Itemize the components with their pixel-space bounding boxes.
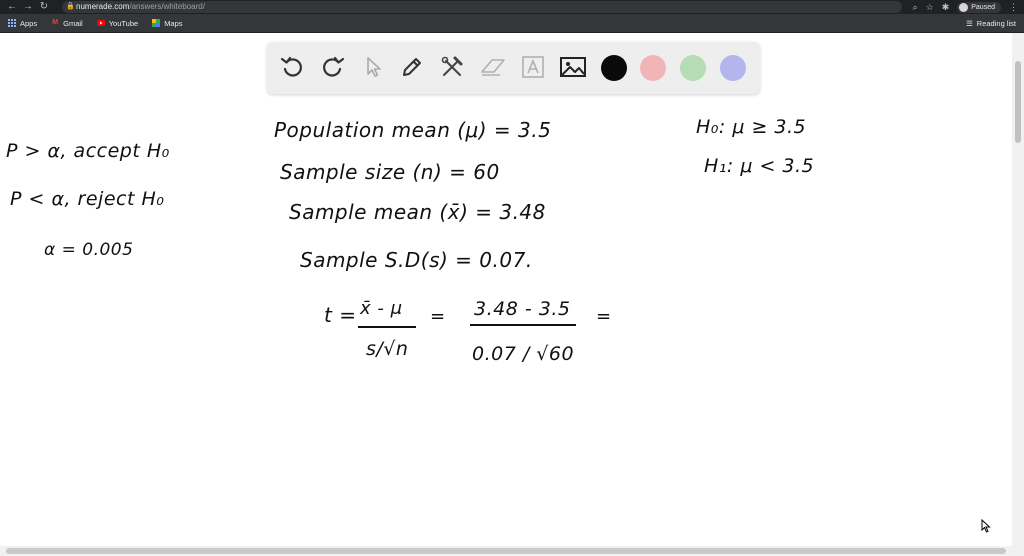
bookmark-gmail[interactable]: M Gmail <box>51 19 83 28</box>
whiteboard-canvas[interactable] <box>0 34 1012 546</box>
vertical-scrollbar[interactable] <box>1012 33 1024 546</box>
bookmark-label: Apps <box>20 18 38 28</box>
url-field[interactable]: 🔒 numerade.com/answers/whiteboard/ <box>62 1 902 13</box>
reading-list-icon: ☰ <box>966 18 973 28</box>
reading-list-button[interactable]: ☰ Reading list <box>966 14 1016 32</box>
formula-numerator-symbolic: x̄ - μ <box>360 298 403 319</box>
horizontal-scroll-thumb[interactable] <box>6 548 1006 554</box>
note-alpha: α = 0.005 <box>44 240 134 260</box>
formula-numerator-values: 3.48 - 3.5 <box>474 298 571 320</box>
extensions-icon[interactable]: ✱ <box>942 2 950 13</box>
url-host: numerade.com <box>76 2 130 11</box>
formula-denominator-values: 0.07 / √60 <box>472 343 575 365</box>
note-accept-rule: P > α, accept H₀ <box>6 140 170 162</box>
bookmark-label: Gmail <box>63 18 83 28</box>
hypothesis-null: H₀: μ ≥ 3.5 <box>696 116 807 138</box>
reload-icon[interactable]: ↻ <box>36 0 52 14</box>
formula-t-equals: t = <box>324 303 357 327</box>
url-path: /answers/whiteboard/ <box>129 2 205 11</box>
fraction-bar-symbolic <box>358 326 416 328</box>
menu-kebab-icon[interactable]: ⋮ <box>1009 2 1018 13</box>
bookmarks-bar: Apps M Gmail YouTube Maps ☰ Reading list <box>0 14 1024 33</box>
bookmark-maps[interactable]: Maps <box>152 18 183 28</box>
given-sample-size: Sample size (n) = 60 <box>280 160 500 184</box>
youtube-icon <box>96 19 105 27</box>
formula-approx: = <box>430 306 446 327</box>
forward-icon[interactable]: → <box>20 0 36 14</box>
vertical-scroll-thumb[interactable] <box>1015 61 1021 143</box>
gmail-icon: M <box>52 19 59 26</box>
formula-trailing-equals: = <box>596 306 612 327</box>
avatar <box>959 2 969 12</box>
lock-icon: 🔒 <box>66 3 75 10</box>
maps-icon <box>152 19 161 27</box>
bookmark-apps[interactable]: Apps <box>8 19 37 28</box>
bookmark-star-icon[interactable]: ☆ <box>926 2 934 13</box>
horizontal-scrollbar[interactable] <box>0 546 1024 556</box>
bookmark-label: YouTube <box>108 18 139 28</box>
mouse-cursor-icon <box>981 518 991 538</box>
bookmark-label: Maps <box>164 18 183 28</box>
given-sample-sd: Sample S.D(s) = 0.07. <box>300 248 533 272</box>
given-population-mean: Population mean (μ) = 3.5 <box>274 118 552 142</box>
zoom-icon[interactable]: ⌕ <box>913 2 918 13</box>
back-icon[interactable]: ← <box>4 0 20 14</box>
reading-list-label: Reading list <box>976 18 1016 28</box>
note-reject-rule: P < α, reject H₀ <box>10 188 165 210</box>
bookmark-youtube[interactable]: YouTube <box>96 18 139 28</box>
profile-status: Paused <box>971 3 995 11</box>
profile-button[interactable]: Paused <box>957 1 1001 13</box>
hypothesis-alt: H₁: μ < 3.5 <box>704 155 815 177</box>
apps-grid-icon <box>8 19 16 27</box>
formula-denominator-symbolic: s/√n <box>366 338 409 360</box>
fraction-bar-values <box>470 324 576 326</box>
given-sample-mean: Sample mean (x̄) = 3.48 <box>289 200 546 224</box>
address-bar-row: ← → ↻ 🔒 numerade.com/answers/whiteboard/… <box>0 0 1024 14</box>
